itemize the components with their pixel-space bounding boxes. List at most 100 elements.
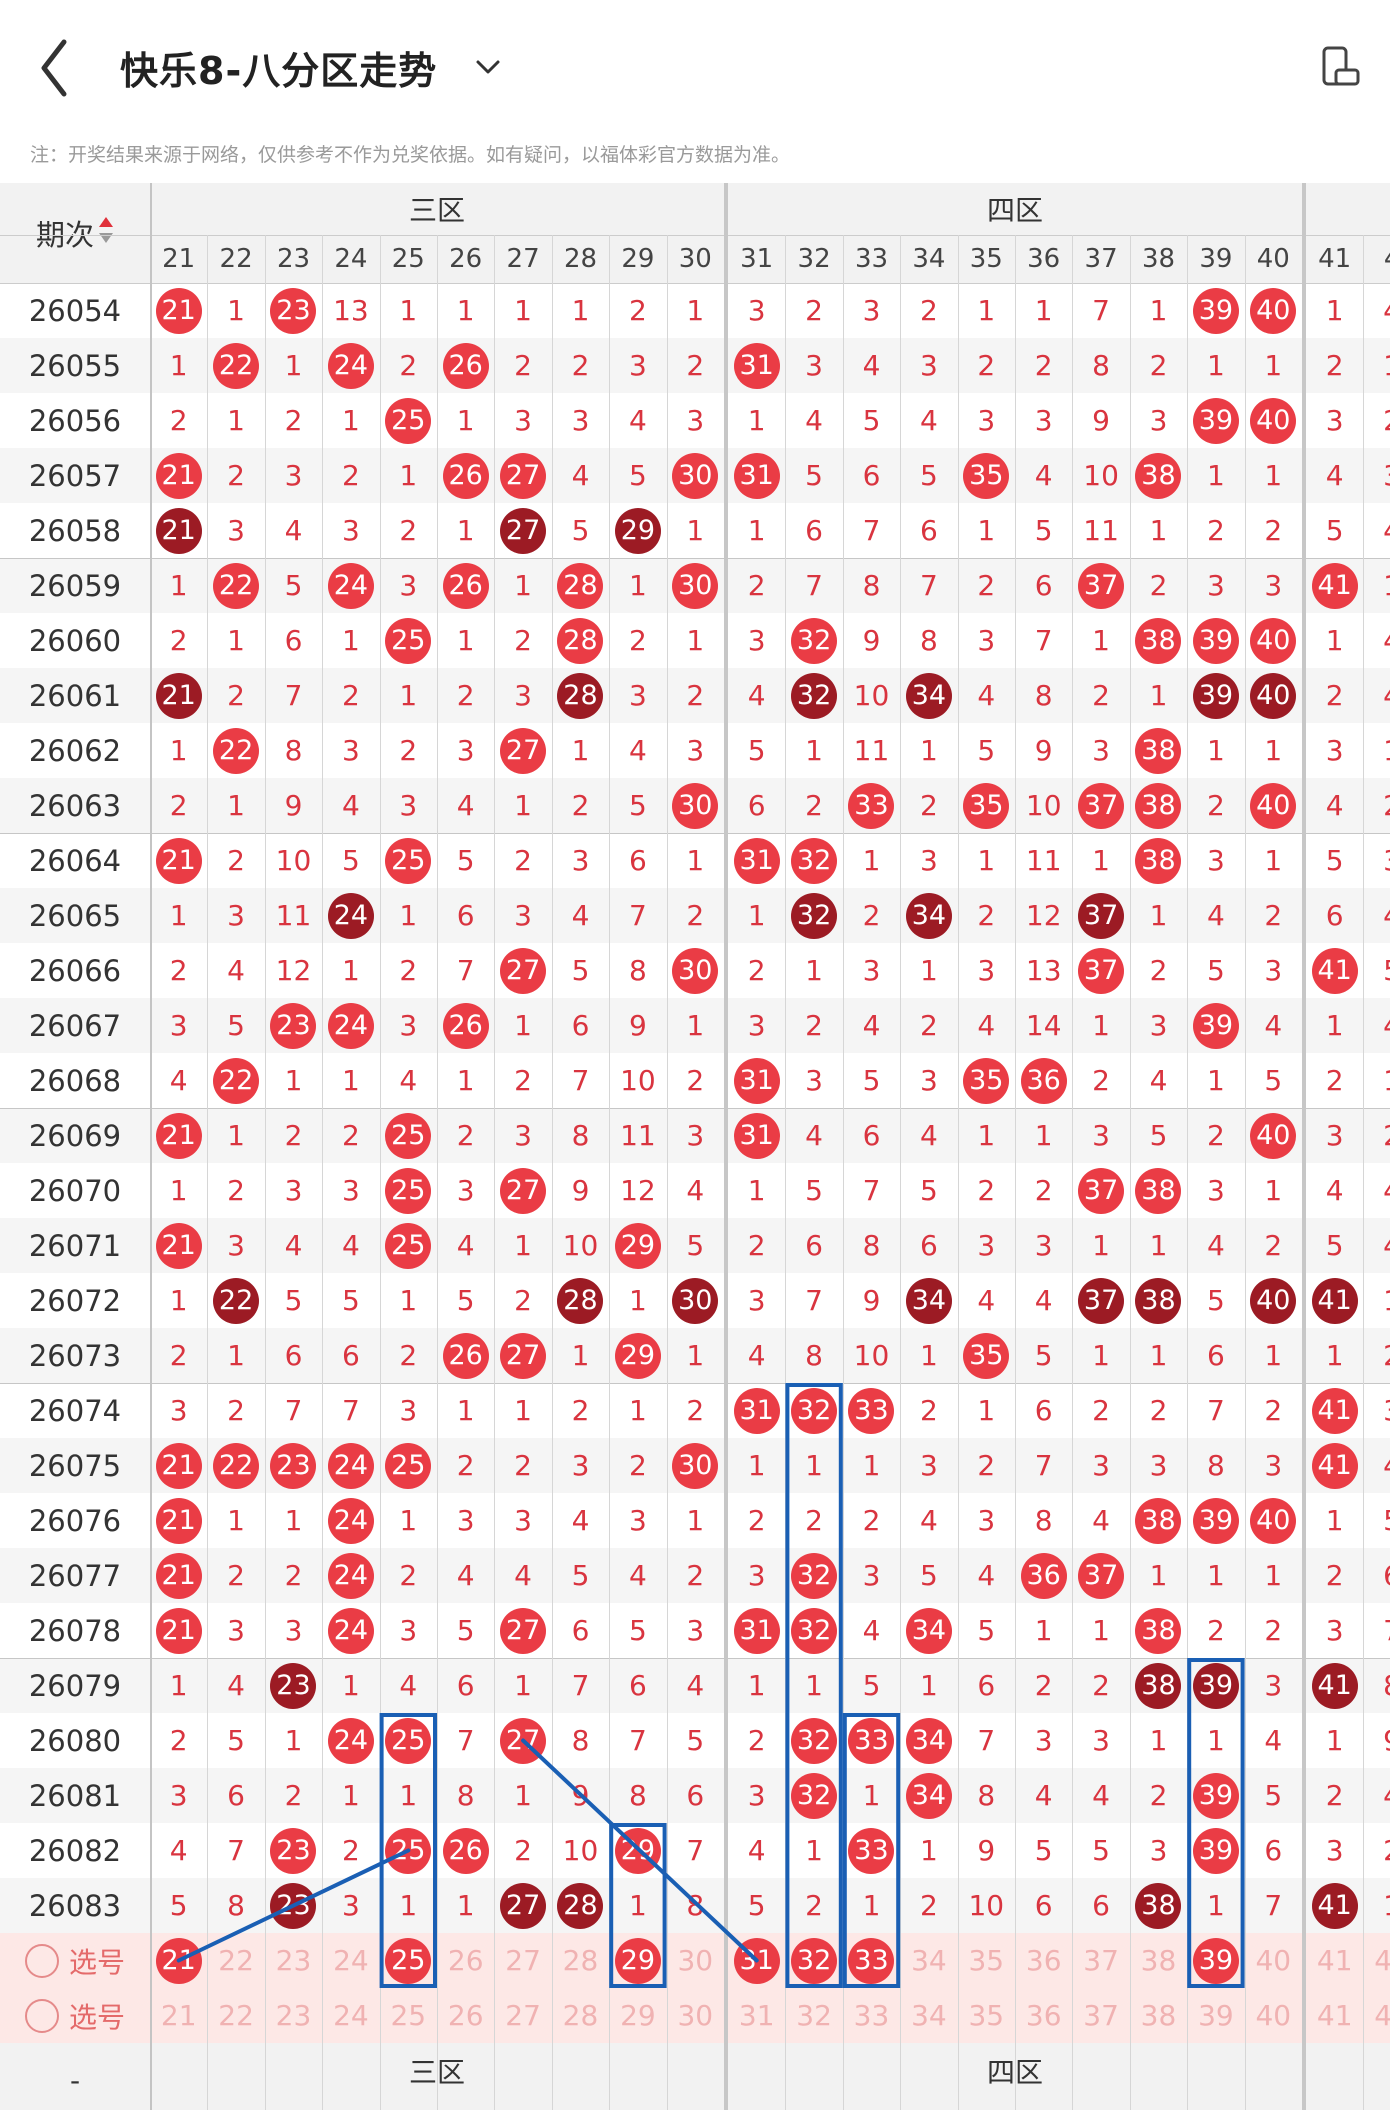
miss-count: 10 [275, 844, 312, 877]
pick-cell[interactable]: 33 [843, 1933, 900, 1988]
pick-cell[interactable]: 38 [1130, 1988, 1187, 2043]
drawn-number-ball: 41 [1311, 1442, 1358, 1489]
trend-cell: 4 [728, 668, 785, 723]
pick-cell[interactable]: 31 [728, 1988, 785, 2043]
drawn-number-ball: 23 [270, 1442, 317, 1489]
miss-count: 10 [1025, 789, 1062, 822]
pick-cell[interactable]: 40 [1245, 1988, 1302, 2043]
pick-cell[interactable]: 32 [785, 1933, 842, 1988]
trend-cell: 3 [207, 888, 264, 943]
miss-count: 6 [1092, 1889, 1110, 1922]
pick-cell[interactable]: 23 [265, 1933, 322, 1988]
miss-count: 7 [1383, 1614, 1390, 1647]
pick-cell[interactable]: 22 [207, 1988, 264, 2043]
miss-count: 3 [1149, 1009, 1168, 1042]
column-divider [785, 235, 787, 2110]
trend-cell: 5 [1015, 503, 1072, 558]
miss-count: 6 [862, 1119, 881, 1152]
pick-cell[interactable]: 24 [322, 1988, 379, 2043]
miss-count: 1 [1206, 1064, 1225, 1097]
pick-cell[interactable]: 36 [1015, 1988, 1072, 2043]
pick-cell[interactable]: 25 [380, 1988, 437, 2043]
pick-cell[interactable]: 41 [1306, 1988, 1363, 2043]
pick-cell[interactable]: 29 [609, 1933, 666, 1988]
pick-cell[interactable]: 27 [494, 1933, 551, 1988]
pick-cell[interactable]: 21 [150, 1933, 207, 1988]
pick-cell[interactable]: 42 [1363, 1933, 1390, 1988]
miss-count: 3 [1383, 844, 1390, 877]
pick-cell[interactable]: 37 [1072, 1988, 1129, 2043]
pick-cell[interactable]: 30 [667, 1988, 724, 2043]
drawn-number-ball: 35 [963, 1057, 1010, 1104]
select-toggle[interactable]: 选号 [0, 1933, 150, 1988]
pick-cell[interactable]: 39 [1187, 1988, 1244, 2043]
selectable-number: 37 [1083, 1944, 1119, 1977]
pick-cell[interactable]: 28 [552, 1933, 609, 1988]
drawn-number-ball: 23 [270, 1002, 317, 1049]
trend-cell: 14 [1015, 998, 1072, 1053]
select-radio[interactable] [24, 1943, 59, 1978]
selectable-number: 28 [562, 1944, 599, 1977]
pick-cell[interactable]: 27 [494, 1988, 551, 2043]
trend-cell: 8 [1072, 338, 1129, 393]
drawn-number-ball: 24 [327, 1497, 374, 1544]
pick-cell[interactable]: 34 [900, 1933, 957, 1988]
pick-cell[interactable]: 33 [843, 1988, 900, 2043]
pick-cell[interactable]: 28 [552, 1988, 609, 2043]
miss-count: 2 [1264, 1614, 1283, 1647]
trend-cell: 1 [437, 1053, 494, 1108]
pick-cell[interactable]: 37 [1072, 1933, 1129, 1988]
issue-number: 26072 [28, 1283, 122, 1318]
pick-cell[interactable]: 36 [1015, 1933, 1072, 1988]
trend-cell: 3 [958, 613, 1015, 668]
pick-cell[interactable]: 38 [1130, 1933, 1187, 1988]
title-dropdown[interactable] [470, 50, 506, 86]
issue-number: 26074 [28, 1393, 122, 1428]
trend-cell: 4 [667, 1658, 724, 1713]
pick-cell[interactable]: 29 [609, 1988, 666, 2043]
issue-column-header[interactable]: 期次 [0, 183, 150, 283]
pick-cell[interactable]: 31 [728, 1933, 785, 1988]
trend-cell: 10 [1072, 448, 1129, 503]
trend-cell: 4 [1363, 998, 1390, 1053]
pick-cell[interactable]: 32 [785, 1988, 842, 2043]
miss-count: 9 [628, 1009, 647, 1042]
pick-cell[interactable]: 21 [150, 1988, 207, 2043]
pick-cell[interactable]: 42 [1363, 1988, 1390, 2043]
trend-cell: 1 [1072, 1328, 1129, 1383]
pick-cell[interactable]: 34 [900, 1988, 957, 2043]
pick-cell[interactable]: 39 [1187, 1933, 1244, 1988]
pick-cell[interactable]: 23 [265, 1988, 322, 2043]
select-toggle[interactable]: 选号 [0, 1988, 150, 2043]
pick-cell[interactable]: 40 [1245, 1933, 1302, 1988]
trend-cell: 4 [150, 1053, 207, 1108]
trend-cell: 4 [322, 1218, 379, 1273]
back-button[interactable] [30, 28, 90, 108]
pick-cell[interactable]: 26 [437, 1933, 494, 1988]
miss-count: 6 [284, 624, 303, 657]
trend-cell: 2 [785, 998, 842, 1053]
trend-cell: 2 [1187, 503, 1244, 558]
miss-count: 2 [1383, 1339, 1390, 1372]
miss-count: 3 [747, 1559, 766, 1592]
selectable-number: 41 [1316, 1944, 1353, 1977]
pick-cell[interactable]: 25 [380, 1933, 437, 1988]
miss-count: 3 [747, 1779, 766, 1812]
miss-count: 1 [399, 294, 418, 327]
trend-cell: 8 [207, 1878, 264, 1933]
miss-count: 1 [628, 1889, 647, 1922]
pick-cell[interactable]: 35 [958, 1933, 1015, 1988]
pick-cell[interactable]: 24 [322, 1933, 379, 1988]
miss-count: 1 [341, 954, 360, 987]
pick-cell[interactable]: 41 [1306, 1933, 1363, 1988]
screen-rotate-button[interactable] [1316, 44, 1364, 92]
trend-cell: 2 [1306, 1548, 1363, 1603]
issue-number: 26079 [28, 1668, 122, 1703]
pick-cell[interactable]: 22 [207, 1933, 264, 1988]
pick-cell[interactable]: 30 [667, 1933, 724, 1988]
pick-cell[interactable]: 26 [437, 1988, 494, 2043]
drawn-number-ball: 41 [1311, 562, 1358, 609]
miss-count: 4 [805, 404, 823, 437]
pick-cell[interactable]: 35 [958, 1988, 1015, 2043]
select-radio[interactable] [24, 1998, 59, 2033]
